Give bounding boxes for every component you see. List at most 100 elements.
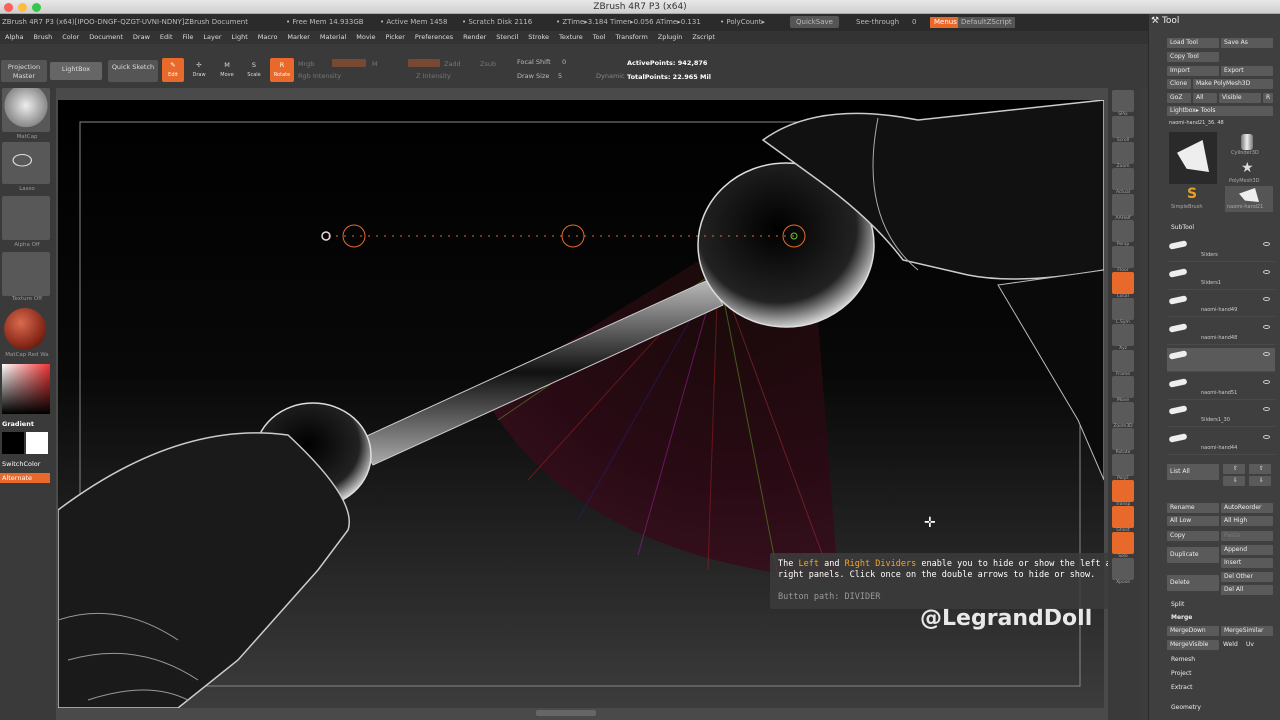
paste-button[interactable]: Paste <box>1221 531 1273 541</box>
merge-similar-button[interactable]: MergeSimilar <box>1221 626 1273 636</box>
weld-toggle[interactable]: Weld <box>1223 641 1238 648</box>
menu-color[interactable]: Color <box>62 33 79 41</box>
shelf-spix-button[interactable] <box>1112 90 1134 112</box>
merge-down-button[interactable]: MergeDown <box>1167 626 1219 636</box>
eye-icon[interactable] <box>1263 352 1270 356</box>
del-all-button[interactable]: Del All <box>1221 585 1273 595</box>
alternate-button[interactable]: Alternate <box>0 473 50 483</box>
m-button[interactable]: M <box>372 60 378 68</box>
shelf-xyz-button[interactable] <box>1112 324 1134 346</box>
arrow-down-right-button[interactable]: ⇩ <box>1249 476 1271 486</box>
stroke-selector[interactable]: ⬭ <box>2 142 50 184</box>
cylinder-tool-thumb[interactable]: Cylinder3D <box>1225 132 1269 158</box>
goz-button[interactable]: GoZ <box>1167 93 1191 103</box>
focal-shift-slider[interactable]: Focal Shift <box>517 58 551 66</box>
menu-brush[interactable]: Brush <box>33 33 52 41</box>
shelf-scroll-button[interactable] <box>1112 116 1134 138</box>
hand-tool-thumb-2[interactable]: naomi-hand21 <box>1225 186 1273 212</box>
r-button[interactable]: R <box>1263 93 1273 103</box>
default-zscript-button[interactable]: DefaultZScript <box>958 17 1015 28</box>
z-intensity-slider[interactable]: Z Intensity <box>416 72 451 80</box>
see-through-slider[interactable]: See-through <box>856 14 899 31</box>
list-all-button[interactable]: List All <box>1167 464 1219 480</box>
zsub-button[interactable]: Zsub <box>480 60 496 68</box>
subtool-row[interactable] <box>1167 348 1275 372</box>
subtool-row[interactable]: 5liders1_30 <box>1167 403 1275 427</box>
color-picker[interactable] <box>2 364 50 414</box>
material-selector[interactable] <box>2 306 50 350</box>
menu-material[interactable]: Material <box>320 33 346 41</box>
shelf-floor-button[interactable] <box>1112 246 1134 268</box>
gizmo-handle-middle[interactable] <box>561 224 585 248</box>
insert-button[interactable]: Insert <box>1221 558 1273 568</box>
menu-stroke[interactable]: Stroke <box>528 33 549 41</box>
menu-macro[interactable]: Macro <box>258 33 278 41</box>
shelf-ghost-button[interactable] <box>1112 506 1134 528</box>
duplicate-button[interactable]: Duplicate <box>1167 547 1219 563</box>
arrow-up-right-button[interactable]: ⇧ <box>1249 464 1271 474</box>
menu-transform[interactable]: Transform <box>615 33 647 41</box>
append-button[interactable]: Append <box>1221 545 1273 555</box>
eye-icon[interactable] <box>1263 434 1270 439</box>
shelf-actual-button[interactable] <box>1112 168 1134 190</box>
draw-size-slider[interactable]: Draw Size <box>517 72 549 80</box>
remesh-header[interactable]: Remesh <box>1171 656 1195 663</box>
subtool-row[interactable]: naomi-hand48 <box>1167 321 1275 345</box>
shelf-polyf-button[interactable] <box>1112 454 1134 476</box>
rotate-mode-button[interactable]: R Rotate <box>270 58 294 82</box>
scale-mode-button[interactable]: S Scale <box>243 58 265 82</box>
brush-selector[interactable] <box>2 88 50 132</box>
rename-button[interactable]: Rename <box>1167 503 1219 513</box>
merge-visible-button[interactable]: MergeVisible <box>1167 640 1219 650</box>
menu-stencil[interactable]: Stencil <box>496 33 518 41</box>
eye-icon[interactable] <box>1263 407 1270 411</box>
rgb-intensity-slider[interactable]: Rgb Intensity <box>298 72 341 80</box>
menu-texture[interactable]: Texture <box>559 33 583 41</box>
menus-toggle[interactable]: Menus <box>930 17 961 28</box>
eye-icon[interactable] <box>1263 324 1270 329</box>
shelf-solo-button[interactable] <box>1112 532 1134 554</box>
subtool-header[interactable]: SubTool <box>1171 224 1194 231</box>
eye-icon[interactable] <box>1263 242 1270 246</box>
subtool-row[interactable]: 5liders <box>1167 238 1275 262</box>
subtool-row[interactable]: 5liders1 <box>1167 266 1275 290</box>
menu-layer[interactable]: Layer <box>203 33 221 41</box>
menu-picker[interactable]: Picker <box>386 33 405 41</box>
lightbox-button[interactable]: LightBox <box>50 62 102 80</box>
quick-sketch-button[interactable]: Quick Sketch <box>108 60 158 82</box>
del-other-button[interactable]: Del Other <box>1221 572 1273 582</box>
save-as-button[interactable]: Save As <box>1221 38 1273 48</box>
autoreorder-button[interactable]: AutoReorder <box>1221 503 1273 513</box>
polymesh-tool-thumb[interactable]: ★ PolyMesh3D <box>1225 160 1269 186</box>
eye-icon[interactable] <box>1263 269 1270 274</box>
alpha-selector[interactable] <box>2 196 50 240</box>
menu-alpha[interactable]: Alpha <box>5 33 23 41</box>
shelf-aahalf-button[interactable] <box>1112 194 1134 216</box>
menu-movie[interactable]: Movie <box>356 33 375 41</box>
edit-mode-button[interactable]: ✎ Edit <box>162 58 184 82</box>
arrow-up-button[interactable]: ⇧ <box>1223 464 1245 474</box>
subtool-row[interactable]: naomi-hand49 <box>1167 293 1275 317</box>
shelf-persp-button[interactable] <box>1112 220 1134 242</box>
switch-color-button[interactable]: SwitchColor <box>2 460 40 468</box>
shelf-transp-button[interactable] <box>1112 480 1134 502</box>
shelf-lsym-button[interactable] <box>1112 298 1134 320</box>
copy-button[interactable]: Copy <box>1167 531 1219 541</box>
zadd-toggle[interactable] <box>408 59 440 67</box>
geometry-header[interactable]: Geometry <box>1171 704 1201 711</box>
shelf-zoom-button[interactable] <box>1112 142 1134 164</box>
lightbox-tools-button[interactable]: Lightbox▸ Tools <box>1167 106 1273 116</box>
menu-file[interactable]: File <box>183 33 194 41</box>
simplebrush-tool-thumb[interactable]: S SimpleBrush <box>1169 186 1217 212</box>
delete-button[interactable]: Delete <box>1167 575 1219 591</box>
clone-button[interactable]: Clone <box>1167 79 1191 89</box>
merge-header[interactable]: Merge <box>1171 614 1192 621</box>
copy-tool-button[interactable]: Copy Tool <box>1167 52 1219 62</box>
arrow-down-button[interactable]: ⇩ <box>1223 476 1245 486</box>
menu-document[interactable]: Document <box>89 33 123 41</box>
current-tool-thumbnail[interactable] <box>1169 132 1217 184</box>
dynamic-button[interactable]: Dynamic <box>596 72 625 80</box>
mrgb-button[interactable]: Mrgb <box>298 60 314 68</box>
subtool-row[interactable]: naomi-hand44 <box>1167 431 1275 455</box>
rgb-button[interactable] <box>332 59 366 67</box>
